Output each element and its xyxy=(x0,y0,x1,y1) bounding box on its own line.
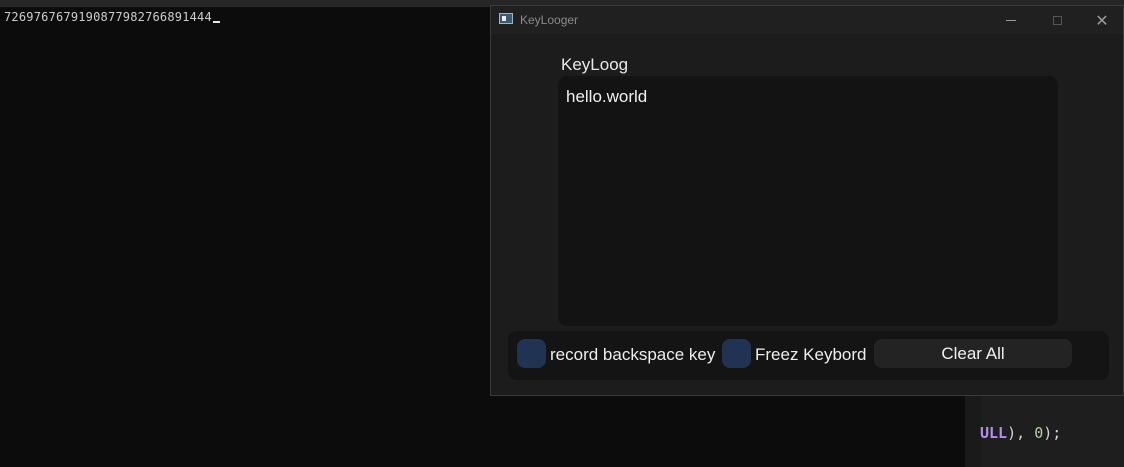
record-backspace-checkbox[interactable] xyxy=(517,339,546,368)
controls-bar: record backspace key Freez Keybord Clear… xyxy=(508,331,1109,380)
console-output-line: 7269767679190877982766891444 xyxy=(4,10,220,24)
editor-code-line: ULL), 0); xyxy=(980,424,1061,442)
key-log-text: hello.world xyxy=(566,87,648,106)
close-icon: ✕ xyxy=(1095,10,1109,30)
minimize-button[interactable] xyxy=(988,6,1034,34)
freeze-keyboard-label[interactable]: Freez Keybord xyxy=(755,345,867,365)
console-output-text: 7269767679190877982766891444 xyxy=(4,10,212,24)
record-backspace-label[interactable]: record backspace key xyxy=(550,345,715,365)
clear-all-button[interactable]: Clear All xyxy=(874,339,1072,368)
minimize-icon xyxy=(1006,19,1016,21)
maximize-icon xyxy=(1052,15,1062,25)
maximize-button[interactable] xyxy=(1034,6,1080,34)
keylogger-titlebar[interactable]: KeyLooger ✕ xyxy=(491,6,1123,34)
keylogger-window: KeyLooger ✕ KeyLoog hello.world record b… xyxy=(490,5,1124,396)
code-token-constant: ULL xyxy=(980,424,1008,442)
code-token-punct: ), xyxy=(1007,424,1035,442)
freeze-keyboard-checkbox[interactable] xyxy=(722,339,751,368)
window-app-icon xyxy=(499,13,513,24)
window-title: KeyLooger xyxy=(520,13,579,27)
close-button[interactable]: ✕ xyxy=(1079,6,1124,34)
console-cursor xyxy=(212,21,220,23)
desktop: 7269767679190877982766891444 ULL), 0); K… xyxy=(0,0,1124,467)
code-token-punct-end: ); xyxy=(1043,424,1062,442)
log-label: KeyLoog xyxy=(561,55,629,74)
code-token-number: 0 xyxy=(1034,424,1044,442)
key-log-textarea[interactable]: hello.world xyxy=(558,76,1058,326)
console-edge-mark xyxy=(0,369,4,379)
